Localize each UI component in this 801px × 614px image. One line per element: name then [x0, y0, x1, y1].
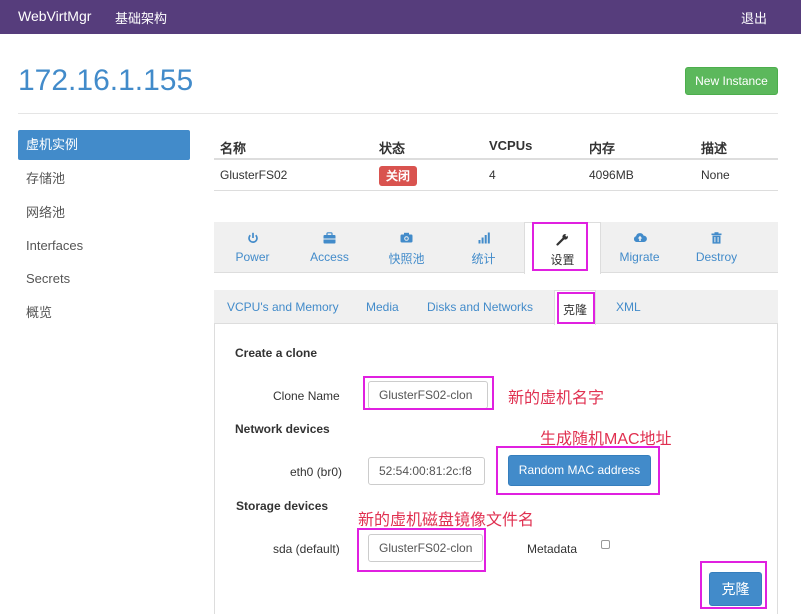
tab-xml[interactable]: XML: [616, 300, 641, 314]
mac-address-input[interactable]: 52:54:00:81:2c:f8: [368, 457, 485, 485]
tab-destroy-label: Destroy: [695, 250, 738, 264]
power-icon: [214, 232, 291, 246]
column-header-name: 名称: [220, 141, 247, 156]
logout-link[interactable]: 退出: [741, 8, 767, 27]
column-header-vcpus: VCPUs: [489, 138, 533, 153]
metadata-checkbox[interactable]: [601, 540, 610, 549]
tab-snapshots[interactable]: 快照池: [368, 222, 445, 273]
sidebar-item-overview[interactable]: 概览: [18, 298, 190, 328]
column-header-description: 描述: [701, 141, 728, 156]
annotation-vm-name: 新的虚机名字: [508, 390, 605, 407]
tab-stats-label: 统计: [471, 252, 496, 266]
camera-icon: [368, 232, 445, 246]
page-title: 172.16.1.155: [18, 64, 194, 97]
tab-power[interactable]: Power: [214, 222, 291, 273]
tab-destroy[interactable]: Destroy: [678, 222, 755, 273]
status-badge: 关闭: [379, 166, 418, 186]
column-header-memory: 内存: [589, 141, 616, 156]
tab-disks-networks[interactable]: Disks and Networks: [427, 300, 533, 314]
table-row: GlusterFS02 关闭 4 4096MB None: [214, 160, 778, 191]
sidebar-item-instances[interactable]: 虚机实例: [18, 130, 190, 160]
instance-action-tabs: Power Access 快照池 统计 设置 Migrate Destroy: [214, 222, 778, 274]
eth0-label: eth0 (br0): [290, 465, 343, 479]
memory-cell: 4096MB: [589, 168, 634, 182]
column-header-status: 状态: [379, 141, 406, 156]
brand-link[interactable]: WebVirtMgr: [18, 8, 91, 24]
briefcase-icon: [291, 232, 368, 246]
tab-media[interactable]: Media: [366, 300, 399, 314]
highlight-clone-name: [363, 376, 494, 410]
tab-access[interactable]: Access: [291, 222, 368, 273]
tab-migrate[interactable]: Migrate: [601, 222, 678, 273]
metadata-label: Metadata: [527, 542, 578, 556]
table-header: 名称 状态 VCPUs 内存 描述: [214, 131, 778, 160]
network-section-title: Network devices: [235, 422, 330, 436]
tab-stats[interactable]: 统计: [445, 222, 522, 273]
nav-infrastructure-link[interactable]: 基础架构: [115, 8, 167, 27]
sidebar-item-interfaces[interactable]: Interfaces: [18, 231, 190, 261]
sidebar-item-secrets[interactable]: Secrets: [18, 264, 190, 294]
header-divider: [18, 113, 778, 114]
settings-tabs: VCPU's and Memory Media Disks and Networ…: [214, 290, 778, 325]
highlight-disk-name: [357, 528, 486, 572]
sidebar-item-storage[interactable]: 存储池: [18, 164, 190, 194]
clone-section-title: Create a clone: [235, 346, 318, 360]
storage-section-title: Storage devices: [236, 499, 329, 513]
tab-power-label: Power: [235, 250, 270, 264]
trash-icon: [678, 232, 755, 246]
sidebar-item-networks[interactable]: 网络池: [18, 198, 190, 228]
cloud-upload-icon: [601, 232, 678, 246]
clone-name-label: Clone Name: [273, 389, 340, 403]
tab-vcpu-memory[interactable]: VCPU's and Memory: [227, 300, 339, 314]
annotation-random-mac: 生成随机MAC地址: [540, 431, 672, 448]
highlight-random-mac: [496, 446, 660, 495]
tab-snapshots-label: 快照池: [388, 252, 425, 266]
tab-access-label: Access: [310, 250, 349, 264]
description-cell: None: [701, 168, 730, 182]
top-navbar: WebVirtMgr 基础架构 退出: [0, 0, 801, 34]
sda-label: sda (default): [273, 542, 340, 556]
new-instance-button[interactable]: New Instance: [685, 67, 778, 95]
tab-migrate-label: Migrate: [619, 250, 660, 264]
highlight-settings-tab: [532, 222, 588, 271]
vcpus-cell: 4: [489, 168, 496, 182]
highlight-clone-button: [700, 561, 767, 609]
highlight-clone-tab: [557, 292, 595, 324]
instance-name-cell: GlusterFS02: [220, 168, 288, 182]
annotation-disk-image: 新的虚机磁盘镜像文件名: [358, 512, 535, 529]
stats-icon: [445, 232, 522, 246]
